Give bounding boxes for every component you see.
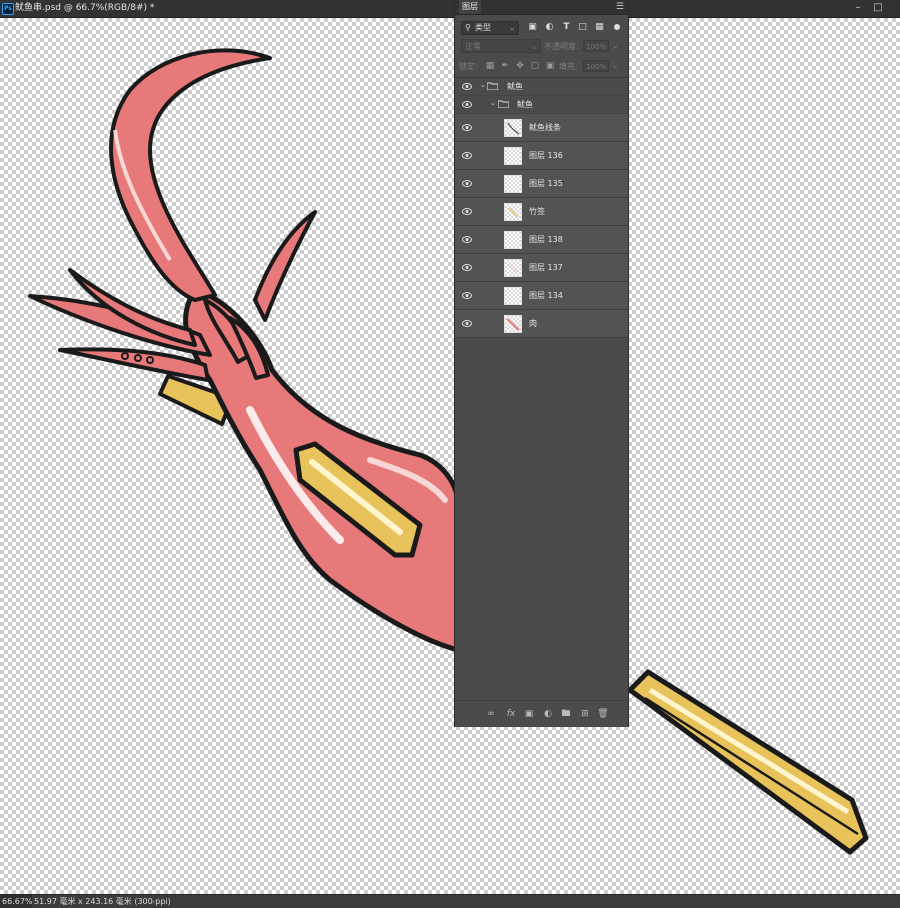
minimize-icon[interactable]: – (850, 1, 866, 15)
chevron-right-icon[interactable]: › (152, 895, 155, 908)
filter-kind-select[interactable]: ⚲ 类型 ⌄ (461, 21, 519, 35)
layers-panel-header: 图层 ☰ (455, 0, 628, 15)
layer-row[interactable]: 竹签 (455, 198, 628, 226)
opacity-label: 不透明度: (544, 42, 579, 51)
layer-name: 竹签 (529, 207, 545, 216)
layer-filter-row: ⚲ 类型 ⌄ ▣ ◐ T □ ▦ (455, 15, 628, 35)
layer-name: 图层 135 (529, 179, 563, 188)
squid-tentacles (28, 48, 317, 382)
chevron-down-icon[interactable]: ⌄ (612, 61, 619, 70)
lock-image-icon[interactable]: ✒ (500, 61, 510, 71)
fill-label: 填充: (559, 62, 578, 71)
shape-filter-icon[interactable]: □ (577, 22, 588, 33)
layers-panel-footer: ∞ fx ▣ ◐ 🖿 ⊞ 🗑 (455, 700, 628, 727)
eye-icon[interactable] (462, 180, 472, 187)
folder-icon (498, 100, 509, 108)
eye-icon[interactable] (462, 124, 472, 131)
search-icon: ⚲ (465, 23, 471, 32)
layer-thumbnail (504, 315, 522, 333)
new-group-icon[interactable]: 🖿 (560, 708, 572, 720)
lock-label: 锁定: (459, 62, 478, 71)
layer-row[interactable]: 肉 (455, 310, 628, 338)
chevron-down-icon: ⌄ (509, 24, 515, 32)
canvas-area[interactable] (0, 18, 900, 894)
filter-toggle[interactable] (614, 24, 620, 30)
layer-thumbnail (504, 147, 522, 165)
eye-icon[interactable] (462, 152, 472, 159)
layer-group-row[interactable]: ⌄ 鱿鱼 (455, 96, 628, 114)
smartobject-filter-icon[interactable]: ▦ (594, 22, 605, 33)
folder-icon (487, 82, 498, 90)
layer-row[interactable]: 图层 137 (455, 254, 628, 282)
link-layers-icon[interactable]: ∞ (485, 708, 497, 720)
eye-icon[interactable] (462, 264, 472, 271)
layer-row[interactable]: 图层 134 (455, 282, 628, 310)
layer-thumbnail (504, 259, 522, 277)
squid-skewer-artwork (28, 48, 869, 855)
layer-name: 肉 (529, 319, 537, 328)
title-bar: Ps 鱿鱼串.psd @ 66.7%(RGB/8#) * – □ (0, 0, 900, 18)
layer-name: 图层 134 (529, 291, 563, 300)
layer-name: 图层 138 (529, 235, 563, 244)
adjustment-filter-icon[interactable]: ◐ (544, 22, 555, 33)
layer-thumbnail (504, 231, 522, 249)
layer-group-row[interactable]: ⌄ 鱿鱼 (455, 78, 628, 96)
chevron-down-icon: ⌄ (531, 43, 537, 51)
ps-icon: Ps (2, 3, 14, 15)
eye-icon[interactable] (462, 320, 472, 327)
lock-transparent-icon[interactable]: ▦ (485, 61, 495, 71)
filter-kind-label: 类型 (475, 23, 491, 32)
chevron-down-icon[interactable]: ⌄ (480, 81, 486, 89)
layer-name: 鱿鱼 (517, 100, 533, 109)
layer-thumbnail (504, 119, 522, 137)
layer-name: 鱿鱼线条 (529, 123, 561, 132)
lock-row: 锁定: ▦ ✒ ✥ ▢ ▣ 填充: 100% ⌄ (455, 57, 628, 78)
blend-row: 正常 ⌄ 不透明度: 100% ⌄ (455, 35, 628, 57)
add-mask-icon[interactable]: ▣ (523, 708, 535, 720)
lock-artboard-icon[interactable]: ▢ (530, 61, 540, 71)
layer-row[interactable]: 图层 135 (455, 170, 628, 198)
eye-icon[interactable] (462, 292, 472, 299)
zoom-field[interactable]: 66.67% (0, 895, 33, 908)
status-bar: 66.67% 51.97 毫米 x 243.16 毫米 (300 ppi) › (0, 894, 900, 908)
layers-panel: 图层 ☰ ⚲ 类型 ⌄ ▣ ◐ T □ ▦ 正常 ⌄ 不透明度: 100% ⌄ … (454, 0, 629, 727)
fx-icon[interactable]: fx (505, 708, 517, 720)
layer-thumbnail (504, 203, 522, 221)
image-filter-icon[interactable]: ▣ (527, 22, 538, 33)
adjustment-layer-icon[interactable]: ◐ (542, 708, 554, 720)
chevron-down-icon[interactable]: ⌄ (612, 41, 619, 50)
fill-field[interactable]: 100% (583, 60, 609, 72)
tab-layers[interactable]: 图层 (459, 0, 481, 14)
layer-row[interactable]: 图层 136 (455, 142, 628, 170)
layer-name: 鱿鱼 (507, 82, 523, 91)
lock-all-icon[interactable]: ▣ (545, 61, 555, 71)
layer-row[interactable]: 鱿鱼线条 (455, 114, 628, 142)
layer-thumbnail (504, 287, 522, 305)
type-filter-icon[interactable]: T (561, 22, 572, 33)
layer-row[interactable]: 图层 138 (455, 226, 628, 254)
delete-layer-icon[interactable]: 🗑 (597, 708, 609, 720)
layer-name: 图层 136 (529, 151, 563, 160)
layer-name: 图层 137 (529, 263, 563, 272)
eye-icon[interactable] (462, 83, 472, 90)
layers-list: ⌄ 鱿鱼 ⌄ 鱿鱼 鱿鱼线条 图层 136 图层 135 竹签 图层 138 图… (455, 78, 628, 338)
new-layer-icon[interactable]: ⊞ (579, 708, 591, 720)
opacity-field[interactable]: 100% (583, 40, 609, 52)
lock-position-icon[interactable]: ✥ (515, 61, 525, 71)
eye-icon[interactable] (462, 101, 472, 108)
eye-icon[interactable] (462, 208, 472, 215)
document-tab-title[interactable]: 鱿鱼串.psd @ 66.7%(RGB/8#) * (15, 0, 154, 17)
document-info: 51.97 毫米 x 243.16 毫米 (300 ppi) (34, 897, 171, 906)
panel-menu-icon[interactable]: ☰ (616, 0, 624, 14)
chevron-down-icon[interactable]: ⌄ (490, 99, 496, 107)
layer-thumbnail (504, 175, 522, 193)
maximize-icon[interactable]: □ (870, 1, 886, 15)
eye-icon[interactable] (462, 236, 472, 243)
blend-mode-select[interactable]: 正常 ⌄ (461, 39, 541, 53)
blend-mode-value: 正常 (465, 42, 481, 51)
